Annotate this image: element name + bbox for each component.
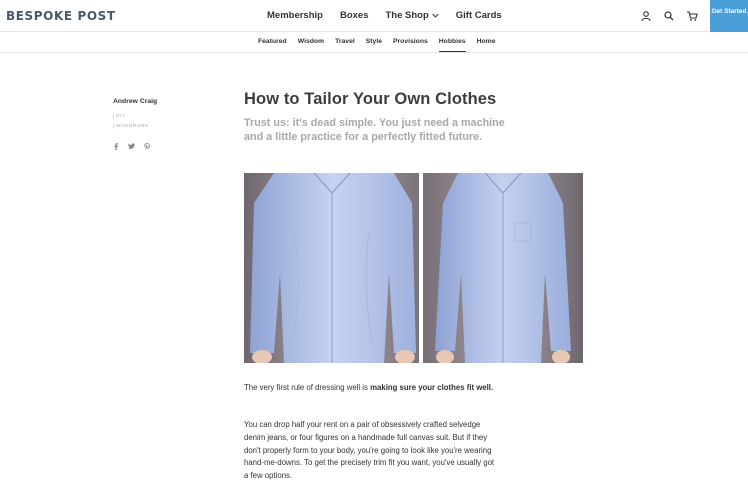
header-icons — [640, 10, 698, 22]
article-sidebar: Andrew Craig DIY WARDROBE — [113, 98, 203, 150]
tag-wardrobe[interactable]: WARDROBE — [113, 124, 203, 129]
cart-icon[interactable] — [686, 10, 698, 22]
site-logo[interactable]: BESPOKE POST — [6, 9, 116, 23]
nav-membership[interactable]: Membership — [267, 10, 323, 21]
subnav-hobbies[interactable]: Hobbies — [438, 38, 466, 52]
subnav-provisions[interactable]: Provisions — [393, 38, 428, 45]
subnav-wisdom[interactable]: Wisdom — [298, 38, 324, 45]
main-nav: Membership Boxes The Shop Gift Cards — [267, 10, 519, 21]
author-name[interactable]: Andrew Craig — [113, 98, 203, 105]
nav-boxes[interactable]: Boxes — [340, 10, 369, 21]
paragraph-1-emphasis: making sure your clothes fit well. — [370, 383, 494, 392]
nav-boxes-label: Boxes — [339, 10, 369, 21]
nav-membership-label: Membership — [267, 10, 323, 21]
subnav-travel[interactable]: Travel — [335, 38, 355, 45]
twitter-icon[interactable] — [128, 143, 135, 150]
article-paragraph-2: You can drop half your rent on a pair of… — [244, 420, 495, 481]
nav-gift-cards-label: Gift Cards — [455, 10, 502, 21]
search-icon[interactable] — [663, 10, 675, 22]
subnav-home[interactable]: Home — [477, 38, 496, 45]
nav-the-shop-label: The Shop — [385, 10, 429, 21]
share-links — [113, 143, 203, 150]
pinterest-icon[interactable] — [144, 143, 150, 150]
site-header: BESPOKE POST Membership Boxes The Shop G… — [0, 0, 748, 32]
category-nav: Featured Wisdom Travel Style Provisions … — [0, 32, 748, 53]
subnav-featured[interactable]: Featured — [258, 38, 287, 45]
tag-list: DIY WARDROBE — [113, 114, 203, 129]
tag-diy[interactable]: DIY — [113, 114, 203, 119]
nav-the-shop[interactable]: The Shop — [385, 10, 439, 21]
article-title: How to Tailor Your Own Clothes — [244, 90, 497, 108]
photo-untailored-shirt — [244, 173, 419, 363]
paragraph-1-lead: The very first rule of dressing well is — [244, 383, 371, 392]
subnav-style[interactable]: Style — [366, 38, 382, 45]
article-paragraph-1: The very first rule of dressing well is … — [244, 382, 504, 394]
user-icon[interactable] — [640, 10, 652, 22]
get-started-button[interactable]: Get Started — [710, 0, 748, 32]
chevron-down-icon — [432, 13, 439, 18]
nav-gift-cards[interactable]: Gift Cards — [456, 10, 502, 21]
article-subtitle: Trust us: it's dead simple. You just nee… — [244, 117, 505, 143]
hero-image — [244, 173, 583, 363]
facebook-icon[interactable] — [113, 143, 119, 150]
photo-tailored-shirt — [423, 173, 583, 363]
article: How to Tailor Your Own Clothes Trust us:… — [244, 90, 584, 480]
